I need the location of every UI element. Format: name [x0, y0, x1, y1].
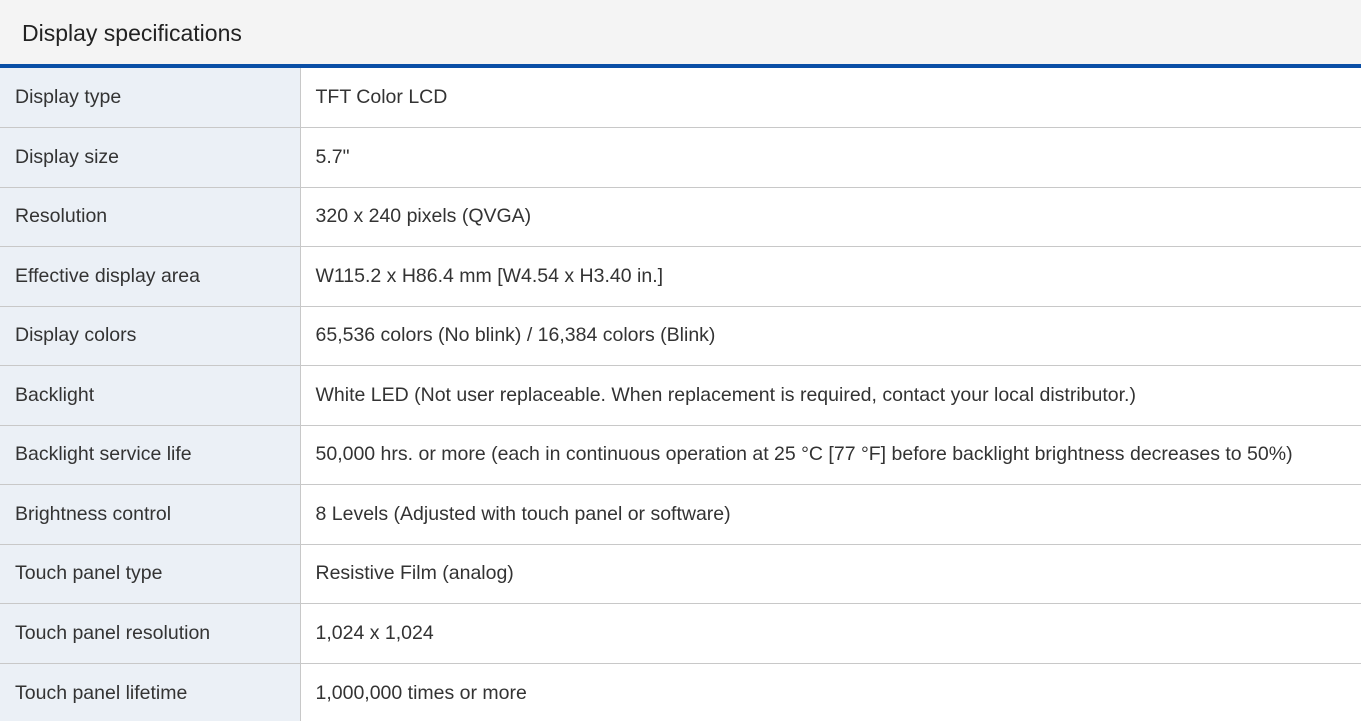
spec-table: Display type TFT Color LCD Display size … — [0, 68, 1361, 721]
spec-label: Effective display area — [0, 246, 301, 307]
spec-row-display-type: Display type TFT Color LCD — [0, 68, 1361, 128]
spec-row-touch-panel-lifetime: Touch panel lifetime 1,000,000 times or … — [0, 663, 1361, 721]
spec-label: Touch panel lifetime — [0, 663, 301, 721]
spec-row-touch-panel-type: Touch panel type Resistive Film (analog) — [0, 544, 1361, 604]
spec-label: Touch panel type — [0, 544, 301, 604]
spec-label: Resolution — [0, 187, 301, 247]
spec-value: 1,024 x 1,024 — [300, 603, 1361, 664]
spec-row-brightness-control: Brightness control 8 Levels (Adjusted wi… — [0, 484, 1361, 545]
spec-value: 5.7" — [300, 127, 1361, 188]
spec-value: Resistive Film (analog) — [300, 544, 1361, 604]
spec-row-display-size: Display size 5.7" — [0, 127, 1361, 188]
panel-title: Display specifications — [22, 19, 242, 46]
spec-value: 50,000 hrs. or more (each in continuous … — [300, 425, 1361, 485]
spec-label: Backlight — [0, 365, 301, 426]
display-specifications-panel: Display specifications Display type TFT … — [0, 0, 1361, 721]
spec-label: Backlight service life — [0, 425, 301, 485]
spec-value: TFT Color LCD — [300, 68, 1361, 128]
spec-label: Brightness control — [0, 484, 301, 545]
spec-value: 1,000,000 times or more — [300, 663, 1361, 721]
spec-row-touch-panel-resolution: Touch panel resolution 1,024 x 1,024 — [0, 603, 1361, 664]
spec-row-effective-display-area: Effective display area W115.2 x H86.4 mm… — [0, 246, 1361, 307]
panel-header: Display specifications — [0, 0, 1361, 68]
spec-row-backlight-service-life: Backlight service life 50,000 hrs. or mo… — [0, 425, 1361, 485]
spec-label: Display type — [0, 68, 301, 128]
spec-row-backlight: Backlight White LED (Not user replaceabl… — [0, 365, 1361, 426]
spec-label: Touch panel resolution — [0, 603, 301, 664]
spec-label: Display size — [0, 127, 301, 188]
spec-value: 320 x 240 pixels (QVGA) — [300, 187, 1361, 247]
spec-value: 65,536 colors (No blink) / 16,384 colors… — [300, 306, 1361, 366]
spec-row-resolution: Resolution 320 x 240 pixels (QVGA) — [0, 187, 1361, 247]
spec-value: W115.2 x H86.4 mm [W4.54 x H3.40 in.] — [300, 246, 1361, 307]
spec-value: 8 Levels (Adjusted with touch panel or s… — [300, 484, 1361, 545]
spec-value: White LED (Not user replaceable. When re… — [300, 365, 1361, 426]
spec-label: Display colors — [0, 306, 301, 366]
spec-row-display-colors: Display colors 65,536 colors (No blink) … — [0, 306, 1361, 366]
